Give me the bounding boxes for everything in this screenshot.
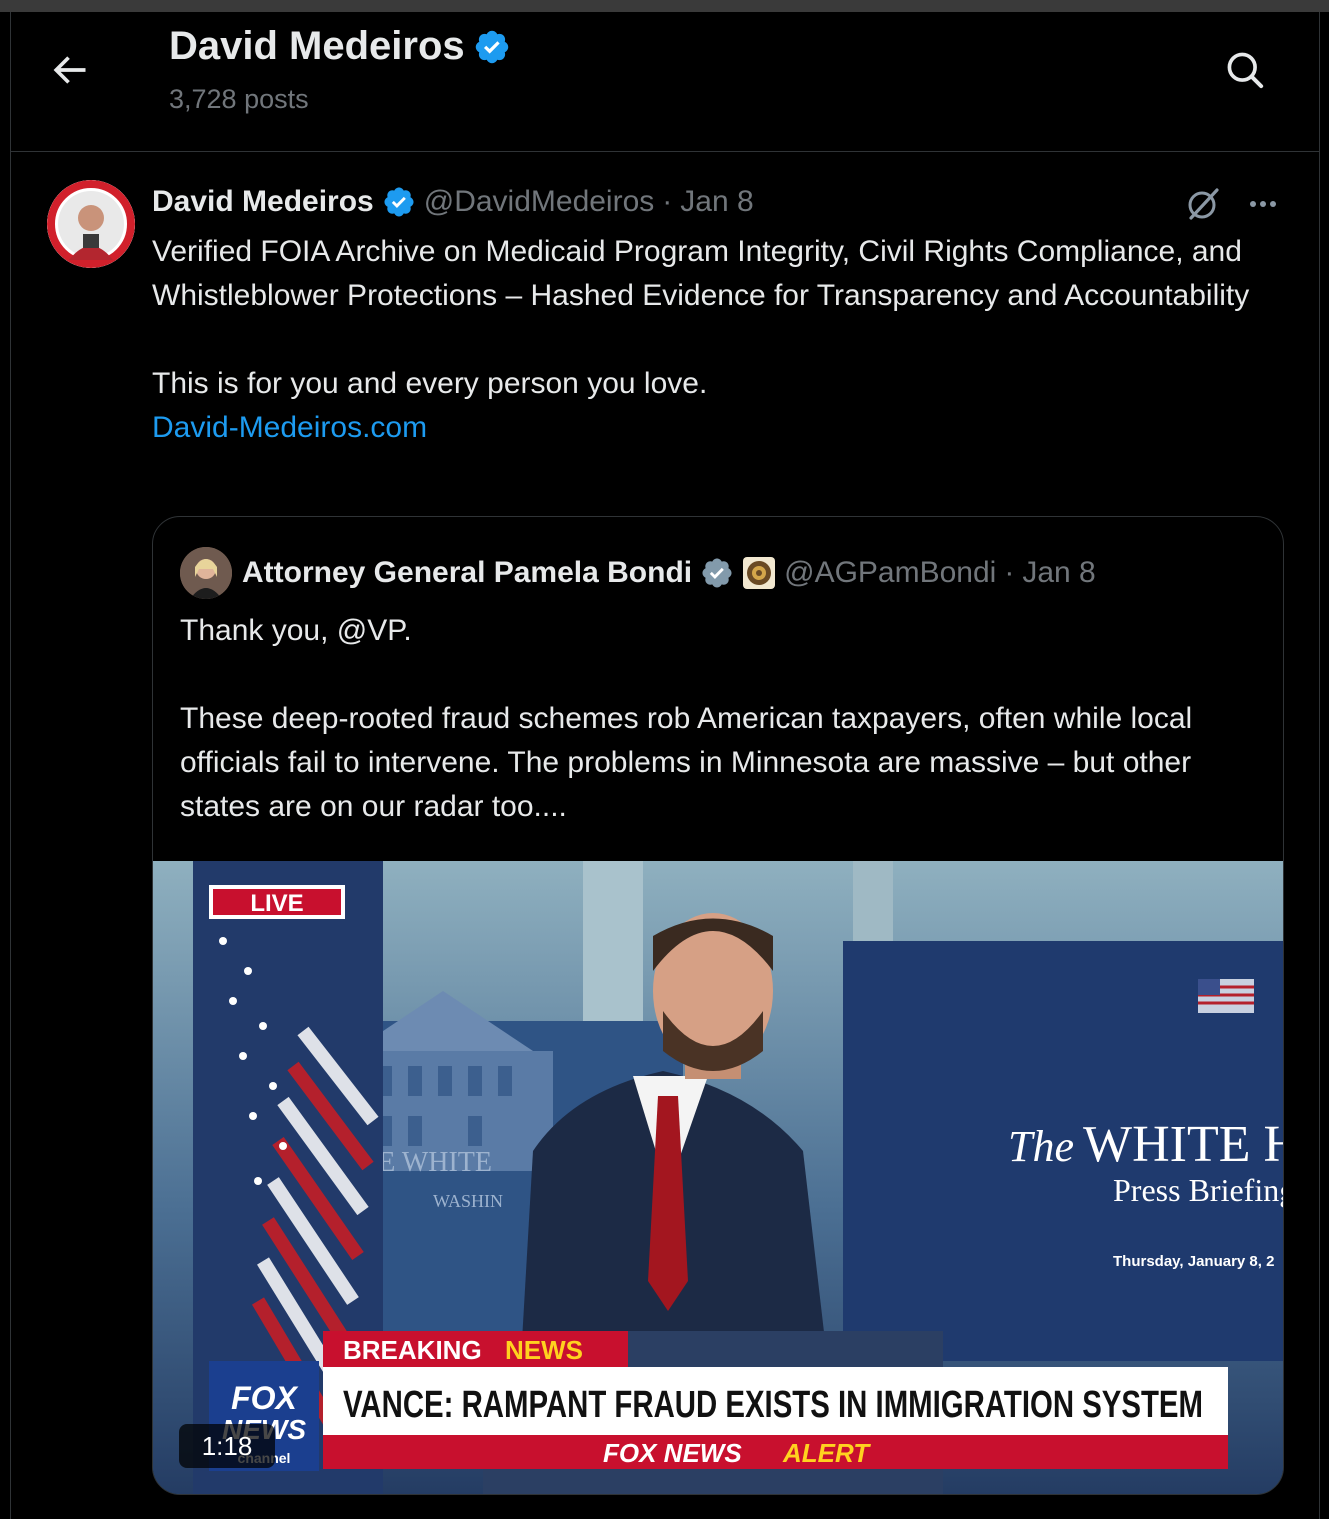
search-button[interactable] (1223, 48, 1267, 92)
grok-button[interactable] (1183, 184, 1223, 224)
author-name[interactable]: David Medeiros (152, 185, 374, 219)
video-frame: HE WHITE WASHIN The WHITE Press Briefing… (153, 861, 1284, 1494)
government-affiliate-seal-icon (743, 557, 776, 589)
alert-label: ALERT (782, 1438, 871, 1468)
panel-the: The (1008, 1122, 1074, 1171)
quote-author-name[interactable]: Attorney General Pamela Bondi (242, 556, 692, 590)
window-top-border (0, 0, 1329, 12)
more-options-button[interactable] (1243, 184, 1283, 224)
video-player[interactable]: HE WHITE WASHIN The WHITE Press Briefing… (153, 861, 1284, 1494)
network-logo-text: FOX (231, 1380, 298, 1416)
verified-badge-icon (475, 30, 508, 63)
author-avatar[interactable] (47, 180, 135, 268)
panel-title: WHITE HO (1083, 1116, 1284, 1173)
panel-subtitle: Press Briefing (1113, 1172, 1284, 1208)
meta-separator: · (662, 185, 673, 218)
post-link[interactable]: David-Medeiros.com (152, 406, 1282, 450)
quote-header: Attorney General Pamela Bondi @AGPamBond… (242, 551, 1096, 595)
author-handle[interactable]: @DavidMedeiros (424, 185, 655, 219)
avatar-image (180, 547, 232, 599)
avatar-image (47, 180, 135, 268)
post-text-line: Verified FOIA Archive on Medicaid Progra… (152, 235, 1250, 312)
header-title: David Medeiros (169, 24, 511, 69)
video-duration: 1:18 (179, 1424, 275, 1468)
timeline-column: David Medeiros 3,728 posts David Medeiro… (10, 12, 1320, 1519)
headline: VANCE: RAMPANT FRAUD EXISTS IN IMMIGRATI… (343, 1384, 1203, 1426)
verified-gray-badge-icon (702, 558, 732, 588)
post-body: Verified FOIA Archive on Medicaid Progra… (152, 230, 1282, 450)
back-button[interactable] (47, 48, 91, 92)
post-text-line: This is for you and every person you lov… (152, 367, 708, 400)
arrow-left-icon (53, 56, 86, 84)
quote-text-line: These deep-rooted fraud schemes rob Amer… (180, 702, 1193, 823)
quote-body: Thank you, @VP. These deep-rooted fraud … (180, 609, 1270, 829)
quoted-post[interactable]: Attorney General Pamela Bondi @AGPamBond… (152, 516, 1284, 1495)
more-icon (1250, 201, 1276, 207)
quote-author-avatar[interactable] (180, 547, 232, 599)
post-date[interactable]: Jan 8 (680, 185, 753, 219)
profile-header: David Medeiros 3,728 posts (11, 12, 1319, 152)
news-label: NEWS (505, 1335, 583, 1365)
verified-badge-icon (384, 187, 414, 217)
backdrop-text: WASHIN (433, 1191, 503, 1211)
live-label: LIVE (250, 890, 303, 917)
header-name: David Medeiros (169, 24, 465, 68)
quote-author-handle[interactable]: @AGPamBondi (784, 556, 996, 590)
breaking-label: BREAKING (343, 1335, 482, 1365)
post-header: David Medeiros @DavidMedeiros · Jan 8 (152, 182, 754, 222)
alert-label: FOX NEWS (603, 1438, 742, 1468)
grok-icon (1188, 188, 1219, 220)
quote-text-line: Thank you, @VP. (180, 614, 412, 647)
meta-separator: · (1004, 556, 1015, 589)
search-icon (1227, 52, 1264, 89)
panel-date: Thursday, January 8, 2 (1113, 1253, 1274, 1270)
quote-date[interactable]: Jan 8 (1022, 556, 1095, 590)
post-count: 3,728 posts (169, 84, 309, 114)
